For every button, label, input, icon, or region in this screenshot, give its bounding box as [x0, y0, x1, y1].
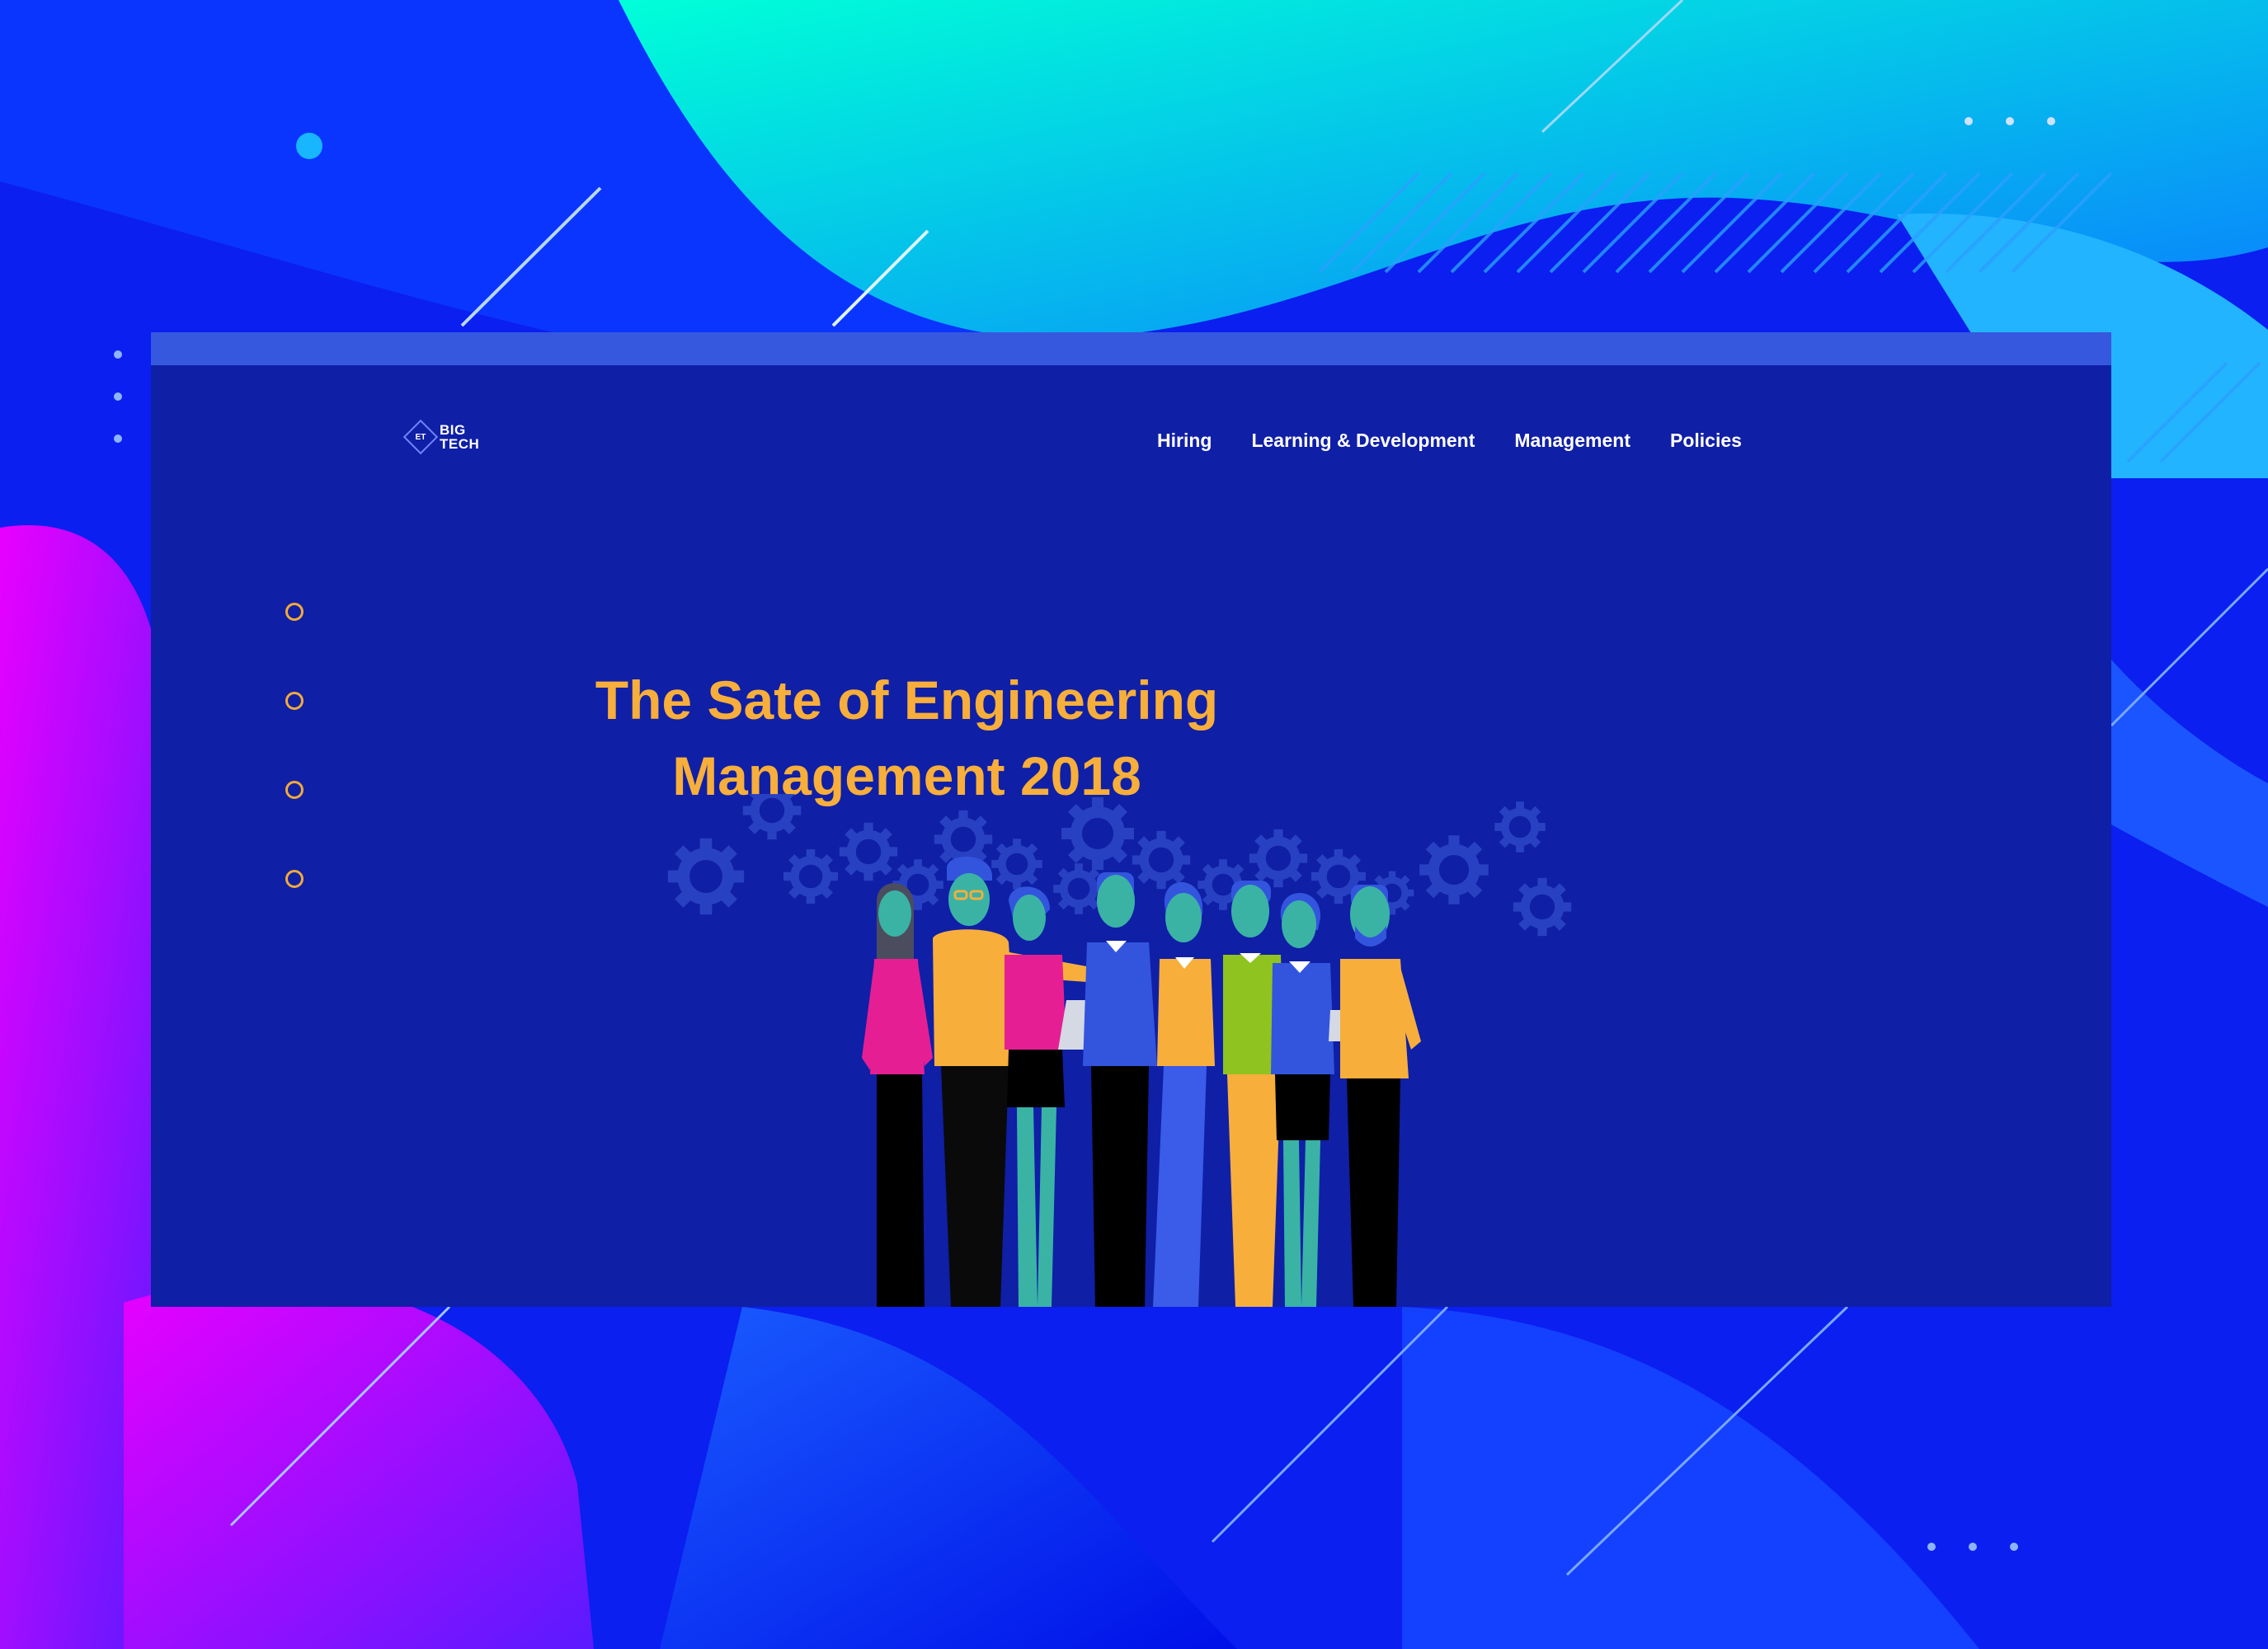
person-4	[1083, 872, 1157, 1307]
logo-mark-text: ET	[415, 432, 426, 442]
section-dot-1[interactable]	[285, 603, 303, 621]
nav-item-policies[interactable]: Policies	[1670, 430, 1742, 452]
team-illustration	[629, 794, 1784, 1307]
nav-item-management[interactable]: Management	[1514, 430, 1630, 452]
section-dot-4[interactable]	[285, 870, 303, 888]
brand-logo[interactable]: ET BIG TECH	[402, 419, 479, 455]
logo-diamond-icon: ET	[402, 419, 439, 455]
logo-wordmark: BIG TECH	[440, 423, 479, 451]
hero-title-line-1: The Sate of Engineering	[595, 669, 1219, 731]
nav-item-learning-development[interactable]: Learning & Development	[1251, 430, 1475, 452]
logo-line-2: TECH	[440, 436, 480, 452]
logo-line-1: BIG	[440, 422, 466, 438]
main-nav: Hiring Learning & Development Management…	[1157, 430, 1742, 452]
hero-title: The Sate of Engineering Management 2018	[151, 662, 1663, 814]
person-5	[1153, 881, 1215, 1307]
browser-title-bar	[151, 332, 2111, 365]
person-8	[1340, 885, 1421, 1307]
browser-window: ET BIG TECH Hiring Learning & Developmen…	[151, 332, 2111, 1307]
nav-item-hiring[interactable]: Hiring	[1157, 430, 1212, 452]
person-1	[862, 883, 933, 1307]
